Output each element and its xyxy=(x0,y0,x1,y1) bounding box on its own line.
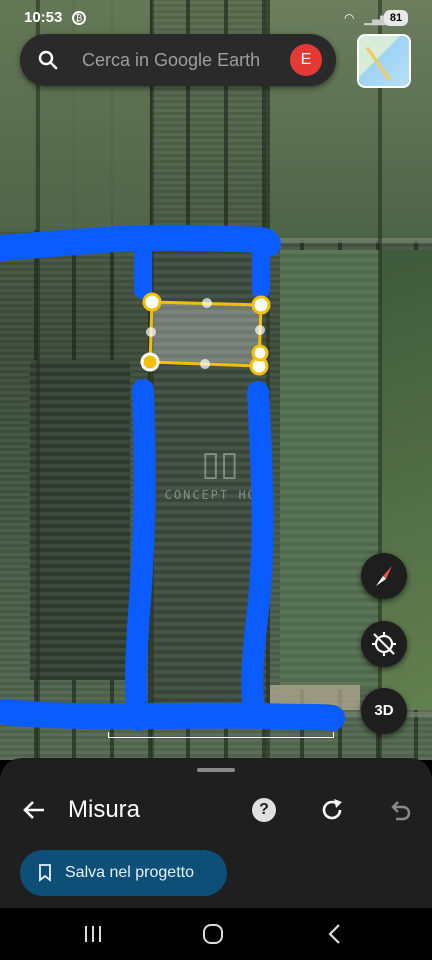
3d-toggle-button[interactable]: 3D xyxy=(361,688,407,734)
back-nav-icon[interactable] xyxy=(320,920,350,948)
midpoint-handle xyxy=(146,327,156,337)
reload-icon[interactable] xyxy=(318,796,346,824)
save-to-project-button[interactable]: Salva nel progetto xyxy=(20,850,227,896)
midpoint-handle xyxy=(202,298,212,308)
compass-button[interactable] xyxy=(361,553,407,599)
save-label: Salva nel progetto xyxy=(65,864,194,881)
panel-title: Misura xyxy=(68,796,141,823)
vertex-handle xyxy=(251,344,269,362)
clock: 10:53 xyxy=(24,9,63,26)
measure-panel: Misura ? Salva nel progetto xyxy=(0,758,432,908)
bookmark-icon xyxy=(39,864,51,882)
notification-icon: ₿ xyxy=(72,11,86,25)
wifi-icon: ◠ xyxy=(344,11,355,25)
location-disabled-icon xyxy=(372,632,396,656)
blue-stroke-bottom xyxy=(0,699,345,731)
help-icon[interactable]: ? xyxy=(252,798,276,822)
minimap-road xyxy=(365,46,392,82)
midpoint-handle xyxy=(255,325,265,335)
home-icon[interactable] xyxy=(198,920,228,948)
blue-stroke-top xyxy=(0,224,281,261)
system-nav-bar xyxy=(0,908,432,960)
midpoint-handle xyxy=(200,359,210,369)
battery-indicator: 81 xyxy=(384,10,408,26)
search-bar[interactable]: Cerca in Google Earth E xyxy=(20,34,336,86)
blue-stroke-left xyxy=(125,379,156,731)
undo-icon[interactable] xyxy=(386,796,414,824)
minimap-thumbnail[interactable] xyxy=(357,34,411,88)
blue-stroke-right xyxy=(241,381,274,726)
account-avatar[interactable]: E xyxy=(290,44,322,76)
scale-bar xyxy=(108,732,334,738)
search-icon[interactable] xyxy=(38,50,58,70)
measure-polygon xyxy=(148,300,263,368)
recent-apps-icon[interactable] xyxy=(78,920,108,948)
vertex-handle-active xyxy=(140,352,160,372)
search-input[interactable]: Cerca in Google Earth xyxy=(82,50,260,71)
vertex-handle xyxy=(142,292,162,312)
status-bar: 10:53 ₿ ◠ ▁▃▅ 81 xyxy=(0,0,432,36)
vertex-handle xyxy=(251,295,271,315)
back-arrow-icon[interactable] xyxy=(18,794,50,826)
location-button[interactable] xyxy=(361,621,407,667)
compass-icon xyxy=(376,566,392,586)
drag-handle[interactable] xyxy=(197,768,235,772)
